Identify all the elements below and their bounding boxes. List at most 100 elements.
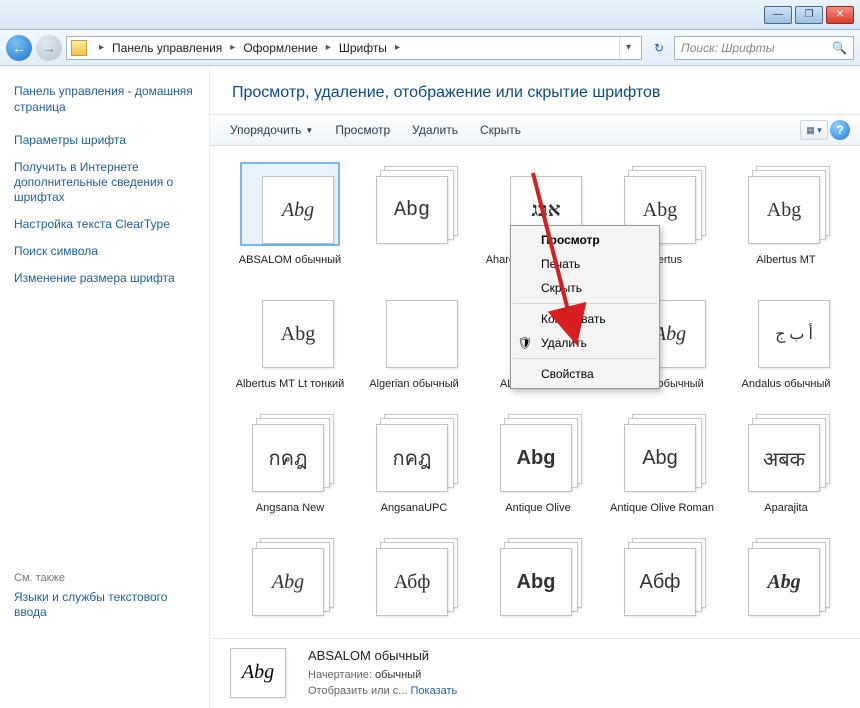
sidebar: Панель управления - домашняя страница Па…: [0, 66, 210, 708]
menu-separator: [513, 303, 657, 304]
details-style-label: Начертание:: [308, 669, 372, 681]
font-label: [658, 616, 666, 638]
font-sample: กคฎ: [393, 442, 432, 474]
window-minimize-button[interactable]: —: [764, 6, 792, 24]
font-thumbnail: Abg: [490, 412, 586, 492]
breadcrumb-item[interactable]: Панель управления: [110, 41, 224, 55]
breadcrumb-item[interactable]: Шрифты: [337, 41, 389, 55]
breadcrumb-box[interactable]: ▸ Панель управления ▸ Оформление ▸ Шрифт…: [66, 36, 642, 60]
font-label: Andalus обычный: [738, 368, 835, 398]
font-item[interactable]: กคฎ Angsana New: [228, 406, 352, 530]
font-label: [534, 616, 542, 638]
font-item[interactable]: अबक Aparajita: [724, 406, 848, 530]
context-menu-item[interactable]: Просмотр: [511, 228, 659, 252]
font-thumbnail: अबक: [738, 412, 834, 492]
chevron-right-icon[interactable]: ▸: [320, 42, 337, 53]
font-thumbnail: Abg: [242, 536, 338, 616]
nav-forward-button[interactable]: →: [36, 35, 62, 61]
font-sample: अबक: [763, 445, 805, 472]
font-item[interactable]: AbgABSALOM обычный: [228, 158, 352, 282]
details-style-value: обычный: [375, 669, 421, 681]
font-label: [286, 616, 294, 638]
sidebar-item-cleartype[interactable]: Настройка текста ClearType: [14, 211, 197, 238]
toolbar-organize-button[interactable]: Упорядочить▼: [220, 119, 323, 141]
font-item[interactable]: กคฎ AngsanaUPC: [352, 406, 476, 530]
font-sample: Abg: [643, 199, 677, 222]
help-icon[interactable]: ?: [830, 120, 850, 140]
font-thumbnail: Abg: [366, 164, 462, 244]
details-thumbnail: Abg: [224, 646, 294, 702]
window-close-button[interactable]: ✕: [826, 6, 854, 24]
context-menu-item[interactable]: Скрыть: [511, 276, 659, 300]
font-item[interactable]: Abg: [228, 530, 352, 638]
font-item[interactable]: Abg: [352, 158, 476, 282]
font-item[interactable]: Abg Antique Olive Roman: [600, 406, 724, 530]
font-item[interactable]: Абф: [352, 530, 476, 638]
font-item[interactable]: Abg: [476, 530, 600, 638]
sidebar-item-find-character[interactable]: Поиск символа: [14, 238, 197, 265]
context-menu-item[interactable]: Свойства: [511, 362, 659, 386]
context-menu-item[interactable]: Печать: [511, 252, 659, 276]
window-maximize-button[interactable]: ❐: [795, 6, 823, 24]
sidebar-item-text-services[interactable]: Языки и службы текстового ввода: [14, 584, 197, 626]
see-also-label: См. также: [14, 572, 197, 584]
font-label: AngsanaUPC: [377, 492, 452, 522]
font-label: Antique Olive Roman: [606, 492, 718, 522]
font-sample: กคฎ: [269, 442, 308, 474]
sidebar-home-link[interactable]: Панель управления - домашняя страница: [14, 80, 197, 127]
font-item[interactable]: Algerian обычный: [352, 282, 476, 406]
chevron-down-icon: ▼: [305, 126, 313, 135]
menu-separator: [513, 358, 657, 359]
font-sample: Abg: [282, 199, 314, 222]
font-label: Albertus MT Lt тонкий: [232, 368, 349, 398]
font-label: Aparajita: [760, 492, 811, 522]
shield-icon: 🛡: [517, 335, 533, 351]
font-label: [410, 616, 418, 638]
details-show-link[interactable]: Показать: [411, 685, 458, 697]
sidebar-item-font-settings[interactable]: Параметры шрифта: [14, 127, 197, 154]
font-thumbnail: Abg: [490, 536, 586, 616]
font-thumbnail: أ ب ج: [738, 288, 834, 368]
font-thumbnail: Abg: [738, 164, 834, 244]
context-menu: ПросмотрПечатьСкрыть Копировать🛡Удалить Св…: [510, 225, 660, 389]
font-item[interactable]: Abg: [724, 530, 848, 638]
chevron-right-icon[interactable]: ▸: [93, 42, 110, 53]
context-menu-item[interactable]: Копировать: [511, 307, 659, 331]
search-input[interactable]: Поиск: Шрифты 🔍: [674, 36, 854, 60]
refresh-button[interactable]: ↻: [648, 41, 670, 55]
font-sample: Abg: [281, 323, 315, 346]
font-thumbnail: [366, 288, 462, 368]
chevron-right-icon[interactable]: ▸: [224, 42, 241, 53]
font-item[interactable]: أ ب جAndalus обычный: [724, 282, 848, 406]
font-item[interactable]: AbgAlbertus MT: [724, 158, 848, 282]
toolbar-delete-button[interactable]: Удалить: [402, 119, 468, 141]
font-sample: Абф: [394, 571, 431, 594]
font-thumbnail: Abg: [738, 536, 834, 616]
toolbar-view-dropdown[interactable]: ▦ ▾: [800, 120, 828, 140]
chevron-right-icon[interactable]: ▸: [389, 42, 406, 53]
font-sample: Abg: [517, 447, 556, 470]
font-thumbnail: กคฎ: [366, 412, 462, 492]
font-label: [410, 244, 418, 274]
sidebar-item-get-more-fonts[interactable]: Получить в Интернете дополнительные свед…: [14, 154, 197, 211]
context-menu-item[interactable]: 🛡Удалить: [511, 331, 659, 355]
sidebar-item-font-size[interactable]: Изменение размера шрифта: [14, 265, 197, 292]
font-label: [782, 616, 790, 638]
font-label: Angsana New: [252, 492, 329, 522]
search-icon[interactable]: 🔍: [832, 41, 847, 55]
font-label: Algerian обычный: [365, 368, 463, 398]
window-titlebar: — ❐ ✕: [0, 0, 860, 30]
details-font-name: ABSALOM обычный: [308, 648, 457, 667]
breadcrumb-item[interactable]: Оформление: [241, 41, 319, 55]
font-item[interactable]: Abg Antique Olive: [476, 406, 600, 530]
address-history-dropdown[interactable]: ▾: [619, 37, 637, 59]
font-item[interactable]: Abg Albertus MT Lt тонкий: [228, 282, 352, 406]
font-label: Antique Olive: [501, 492, 574, 522]
font-item[interactable]: Абф: [600, 530, 724, 638]
font-sample: Abg: [642, 447, 678, 470]
search-placeholder: Поиск: Шрифты: [681, 41, 775, 55]
toolbar-hide-button[interactable]: Скрыть: [470, 119, 531, 141]
toolbar-preview-button[interactable]: Просмотр: [325, 119, 400, 141]
folder-icon: [71, 40, 87, 56]
nav-back-button[interactable]: ←: [6, 35, 32, 61]
